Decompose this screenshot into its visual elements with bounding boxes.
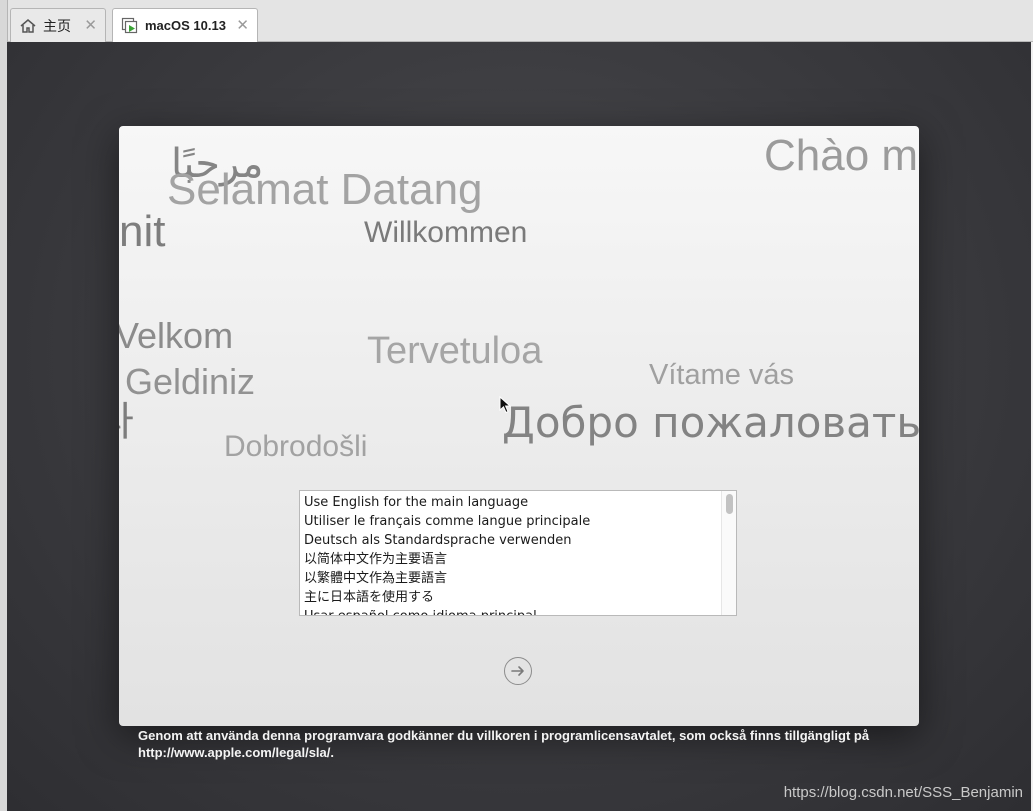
tab-macos[interactable]: macOS 10.13 ✕: [112, 8, 258, 42]
language-list[interactable]: Use English for the main language Utilise…: [299, 490, 737, 616]
greeting-russian: Добро пожаловать: [502, 398, 919, 447]
language-option[interactable]: Utiliser le français comme langue princi…: [300, 512, 736, 531]
watermark: https://blog.csdn.net/SSS_Benjamin: [783, 784, 1023, 801]
greeting-slovak: Vítame vás: [649, 359, 795, 391]
greeting-vietnamese: Chào m: [764, 131, 919, 180]
home-icon: [19, 17, 37, 35]
license-notice: Genom att använda denna programvara godk…: [138, 728, 870, 760]
scrollbar-thumb[interactable]: [726, 494, 733, 514]
greeting-malay: Selamat Datang: [167, 165, 483, 214]
tab-home[interactable]: 主页 ✕: [10, 8, 106, 42]
language-option[interactable]: Use English for the main language: [300, 493, 736, 512]
tab-home-label: 主页: [43, 17, 71, 34]
continue-button[interactable]: [504, 657, 532, 685]
language-option[interactable]: 以繁體中文作為主要語言: [300, 569, 736, 588]
language-list-scrollbar[interactable]: [721, 491, 736, 615]
mouse-pointer-icon: [499, 396, 511, 414]
language-option[interactable]: 主に日本語を使用する: [300, 588, 736, 607]
greeting-croatian: Dobrodošli: [224, 430, 368, 463]
vm-running-icon: [121, 17, 139, 35]
greeting-fragment-nit: nit: [119, 207, 166, 256]
setup-window: مرحبًا Selamat Datang Chào m nit Willkom…: [119, 126, 919, 726]
language-options: Use English for the main language Utilise…: [300, 491, 736, 615]
greeting-german: Willkommen: [364, 216, 528, 249]
close-icon[interactable]: ✕: [236, 16, 249, 34]
greeting-danish: Velkom: [119, 315, 234, 356]
greeting-finnish: Tervetuloa: [367, 330, 543, 372]
tab-macos-label: macOS 10.13: [145, 18, 226, 33]
language-option[interactable]: 以简体中文作为主要语言: [300, 550, 736, 569]
language-option[interactable]: Deutsch als Standardsprache verwenden: [300, 531, 736, 550]
close-icon[interactable]: ✕: [84, 16, 97, 34]
arrow-right-circle-icon: [511, 666, 524, 676]
tab-bar: 主页 ✕ macOS 10.13 ✕: [0, 0, 1033, 811]
greeting-korean-fragment: 다: [119, 402, 134, 442]
vm-display[interactable]: مرحبًا Selamat Datang Chào m nit Willkom…: [7, 42, 1031, 811]
greeting-turkish: Geldiniz: [125, 361, 256, 402]
language-option[interactable]: Usar español como idioma principal: [300, 607, 736, 615]
